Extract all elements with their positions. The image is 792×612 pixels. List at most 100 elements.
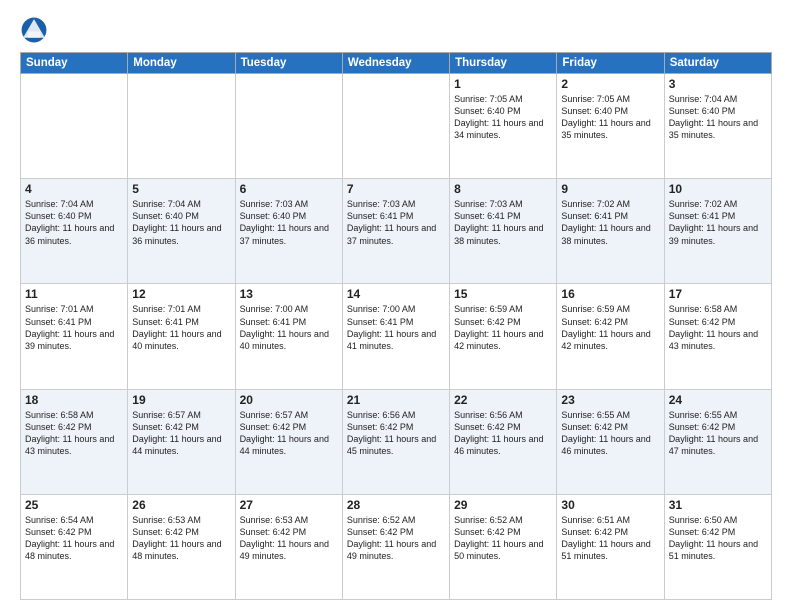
day-info: Sunrise: 7:03 AM Sunset: 6:41 PM Dayligh… bbox=[454, 198, 552, 247]
day-number: 7 bbox=[347, 182, 445, 196]
calendar-week: 4Sunrise: 7:04 AM Sunset: 6:40 PM Daylig… bbox=[21, 179, 772, 284]
calendar-cell: 22 Sunrise: 6:56 AM Sunset: 6:42 PM Dayli… bbox=[450, 389, 557, 494]
day-number: 6 bbox=[240, 182, 338, 196]
day-number: 3 bbox=[669, 77, 767, 91]
day-info: Sunrise: 6:59 AM Sunset: 6:42 PM Dayligh… bbox=[561, 303, 659, 352]
dow-header: Tuesday bbox=[235, 53, 342, 74]
day-info: Sunrise: 6:57 AM Sunset: 6:42 PM Dayligh… bbox=[132, 409, 230, 458]
calendar-cell: 17 Sunrise: 6:58 AM Sunset: 6:42 PM Dayli… bbox=[664, 284, 771, 389]
day-info: Sunrise: 7:02 AM Sunset: 6:41 PM Dayligh… bbox=[669, 198, 767, 247]
day-info: Sunrise: 6:54 AM Sunset: 6:42 PM Dayligh… bbox=[25, 514, 123, 563]
day-info: Sunrise: 7:00 AM Sunset: 6:41 PM Dayligh… bbox=[347, 303, 445, 352]
day-number: 27 bbox=[240, 498, 338, 512]
day-number: 11 bbox=[25, 287, 123, 301]
calendar-week: 1Sunrise: 7:05 AM Sunset: 6:40 PM Daylig… bbox=[21, 74, 772, 179]
day-info: Sunrise: 6:50 AM Sunset: 6:42 PM Dayligh… bbox=[669, 514, 767, 563]
day-info: Sunrise: 7:00 AM Sunset: 6:41 PM Dayligh… bbox=[240, 303, 338, 352]
calendar-cell: 28 Sunrise: 6:52 AM Sunset: 6:42 PM Dayli… bbox=[342, 494, 449, 599]
day-info: Sunrise: 6:53 AM Sunset: 6:42 PM Dayligh… bbox=[132, 514, 230, 563]
day-number: 19 bbox=[132, 393, 230, 407]
calendar-cell: 21 Sunrise: 6:56 AM Sunset: 6:42 PM Dayli… bbox=[342, 389, 449, 494]
calendar-cell: 2 Sunrise: 7:05 AM Sunset: 6:40 PM Daylig… bbox=[557, 74, 664, 179]
day-info: Sunrise: 6:56 AM Sunset: 6:42 PM Dayligh… bbox=[454, 409, 552, 458]
day-number: 13 bbox=[240, 287, 338, 301]
day-info: Sunrise: 7:05 AM Sunset: 6:40 PM Dayligh… bbox=[561, 93, 659, 142]
day-number: 24 bbox=[669, 393, 767, 407]
day-number: 15 bbox=[454, 287, 552, 301]
day-number: 18 bbox=[25, 393, 123, 407]
day-info: Sunrise: 7:01 AM Sunset: 6:41 PM Dayligh… bbox=[25, 303, 123, 352]
day-number: 16 bbox=[561, 287, 659, 301]
calendar-cell bbox=[342, 74, 449, 179]
calendar-cell: 23 Sunrise: 6:55 AM Sunset: 6:42 PM Dayli… bbox=[557, 389, 664, 494]
calendar-cell bbox=[128, 74, 235, 179]
calendar-cell bbox=[21, 74, 128, 179]
logo bbox=[20, 16, 52, 44]
day-info: Sunrise: 6:55 AM Sunset: 6:42 PM Dayligh… bbox=[561, 409, 659, 458]
calendar-cell: 26 Sunrise: 6:53 AM Sunset: 6:42 PM Dayli… bbox=[128, 494, 235, 599]
calendar-cell: 1Sunrise: 7:05 AM Sunset: 6:40 PM Daylig… bbox=[450, 74, 557, 179]
logo-icon bbox=[20, 16, 48, 44]
day-info: Sunrise: 6:58 AM Sunset: 6:42 PM Dayligh… bbox=[669, 303, 767, 352]
day-info: Sunrise: 6:57 AM Sunset: 6:42 PM Dayligh… bbox=[240, 409, 338, 458]
calendar: SundayMondayTuesdayWednesdayThursdayFrid… bbox=[20, 52, 772, 600]
day-info: Sunrise: 7:04 AM Sunset: 6:40 PM Dayligh… bbox=[132, 198, 230, 247]
day-info: Sunrise: 7:03 AM Sunset: 6:41 PM Dayligh… bbox=[347, 198, 445, 247]
dow-header: Thursday bbox=[450, 53, 557, 74]
calendar-week: 18 Sunrise: 6:58 AM Sunset: 6:42 PM Dayli… bbox=[21, 389, 772, 494]
dow-header: Saturday bbox=[664, 53, 771, 74]
day-number: 26 bbox=[132, 498, 230, 512]
calendar-cell: 11 Sunrise: 7:01 AM Sunset: 6:41 PM Dayli… bbox=[21, 284, 128, 389]
day-number: 2 bbox=[561, 77, 659, 91]
page: SundayMondayTuesdayWednesdayThursdayFrid… bbox=[0, 0, 792, 612]
day-number: 20 bbox=[240, 393, 338, 407]
day-number: 8 bbox=[454, 182, 552, 196]
day-number: 31 bbox=[669, 498, 767, 512]
day-info: Sunrise: 7:02 AM Sunset: 6:41 PM Dayligh… bbox=[561, 198, 659, 247]
day-number: 12 bbox=[132, 287, 230, 301]
day-number: 17 bbox=[669, 287, 767, 301]
day-info: Sunrise: 6:52 AM Sunset: 6:42 PM Dayligh… bbox=[347, 514, 445, 563]
calendar-cell: 24Sunrise: 6:55 AM Sunset: 6:42 PM Dayli… bbox=[664, 389, 771, 494]
day-info: Sunrise: 7:04 AM Sunset: 6:40 PM Dayligh… bbox=[669, 93, 767, 142]
day-info: Sunrise: 6:51 AM Sunset: 6:42 PM Dayligh… bbox=[561, 514, 659, 563]
day-number: 30 bbox=[561, 498, 659, 512]
day-number: 10 bbox=[669, 182, 767, 196]
day-number: 23 bbox=[561, 393, 659, 407]
dow-header: Sunday bbox=[21, 53, 128, 74]
day-info: Sunrise: 6:59 AM Sunset: 6:42 PM Dayligh… bbox=[454, 303, 552, 352]
dow-header: Monday bbox=[128, 53, 235, 74]
calendar-cell: 30 Sunrise: 6:51 AM Sunset: 6:42 PM Dayli… bbox=[557, 494, 664, 599]
day-info: Sunrise: 6:56 AM Sunset: 6:42 PM Dayligh… bbox=[347, 409, 445, 458]
calendar-cell: 4Sunrise: 7:04 AM Sunset: 6:40 PM Daylig… bbox=[21, 179, 128, 284]
calendar-cell: 3 Sunrise: 7:04 AM Sunset: 6:40 PM Daylig… bbox=[664, 74, 771, 179]
day-number: 9 bbox=[561, 182, 659, 196]
calendar-cell: 29Sunrise: 6:52 AM Sunset: 6:42 PM Dayli… bbox=[450, 494, 557, 599]
calendar-cell: 20 Sunrise: 6:57 AM Sunset: 6:42 PM Dayli… bbox=[235, 389, 342, 494]
calendar-cell: 31 Sunrise: 6:50 AM Sunset: 6:42 PM Dayli… bbox=[664, 494, 771, 599]
calendar-cell: 7 Sunrise: 7:03 AM Sunset: 6:41 PM Daylig… bbox=[342, 179, 449, 284]
day-info: Sunrise: 7:04 AM Sunset: 6:40 PM Dayligh… bbox=[25, 198, 123, 247]
header bbox=[20, 16, 772, 44]
calendar-cell: 10 Sunrise: 7:02 AM Sunset: 6:41 PM Dayli… bbox=[664, 179, 771, 284]
day-number: 22 bbox=[454, 393, 552, 407]
calendar-cell: 16 Sunrise: 6:59 AM Sunset: 6:42 PM Dayli… bbox=[557, 284, 664, 389]
calendar-cell: 12 Sunrise: 7:01 AM Sunset: 6:41 PM Dayli… bbox=[128, 284, 235, 389]
day-number: 25 bbox=[25, 498, 123, 512]
day-number: 28 bbox=[347, 498, 445, 512]
calendar-week: 25 Sunrise: 6:54 AM Sunset: 6:42 PM Dayli… bbox=[21, 494, 772, 599]
day-info: Sunrise: 7:01 AM Sunset: 6:41 PM Dayligh… bbox=[132, 303, 230, 352]
calendar-cell: 9 Sunrise: 7:02 AM Sunset: 6:41 PM Daylig… bbox=[557, 179, 664, 284]
calendar-cell: 6 Sunrise: 7:03 AM Sunset: 6:40 PM Daylig… bbox=[235, 179, 342, 284]
day-info: Sunrise: 6:58 AM Sunset: 6:42 PM Dayligh… bbox=[25, 409, 123, 458]
day-number: 5 bbox=[132, 182, 230, 196]
day-number: 29 bbox=[454, 498, 552, 512]
day-info: Sunrise: 6:53 AM Sunset: 6:42 PM Dayligh… bbox=[240, 514, 338, 563]
calendar-cell: 13 Sunrise: 7:00 AM Sunset: 6:41 PM Dayli… bbox=[235, 284, 342, 389]
calendar-week: 11 Sunrise: 7:01 AM Sunset: 6:41 PM Dayli… bbox=[21, 284, 772, 389]
day-number: 21 bbox=[347, 393, 445, 407]
calendar-cell bbox=[235, 74, 342, 179]
calendar-cell: 19 Sunrise: 6:57 AM Sunset: 6:42 PM Dayli… bbox=[128, 389, 235, 494]
calendar-cell: 27 Sunrise: 6:53 AM Sunset: 6:42 PM Dayli… bbox=[235, 494, 342, 599]
day-info: Sunrise: 7:03 AM Sunset: 6:40 PM Dayligh… bbox=[240, 198, 338, 247]
